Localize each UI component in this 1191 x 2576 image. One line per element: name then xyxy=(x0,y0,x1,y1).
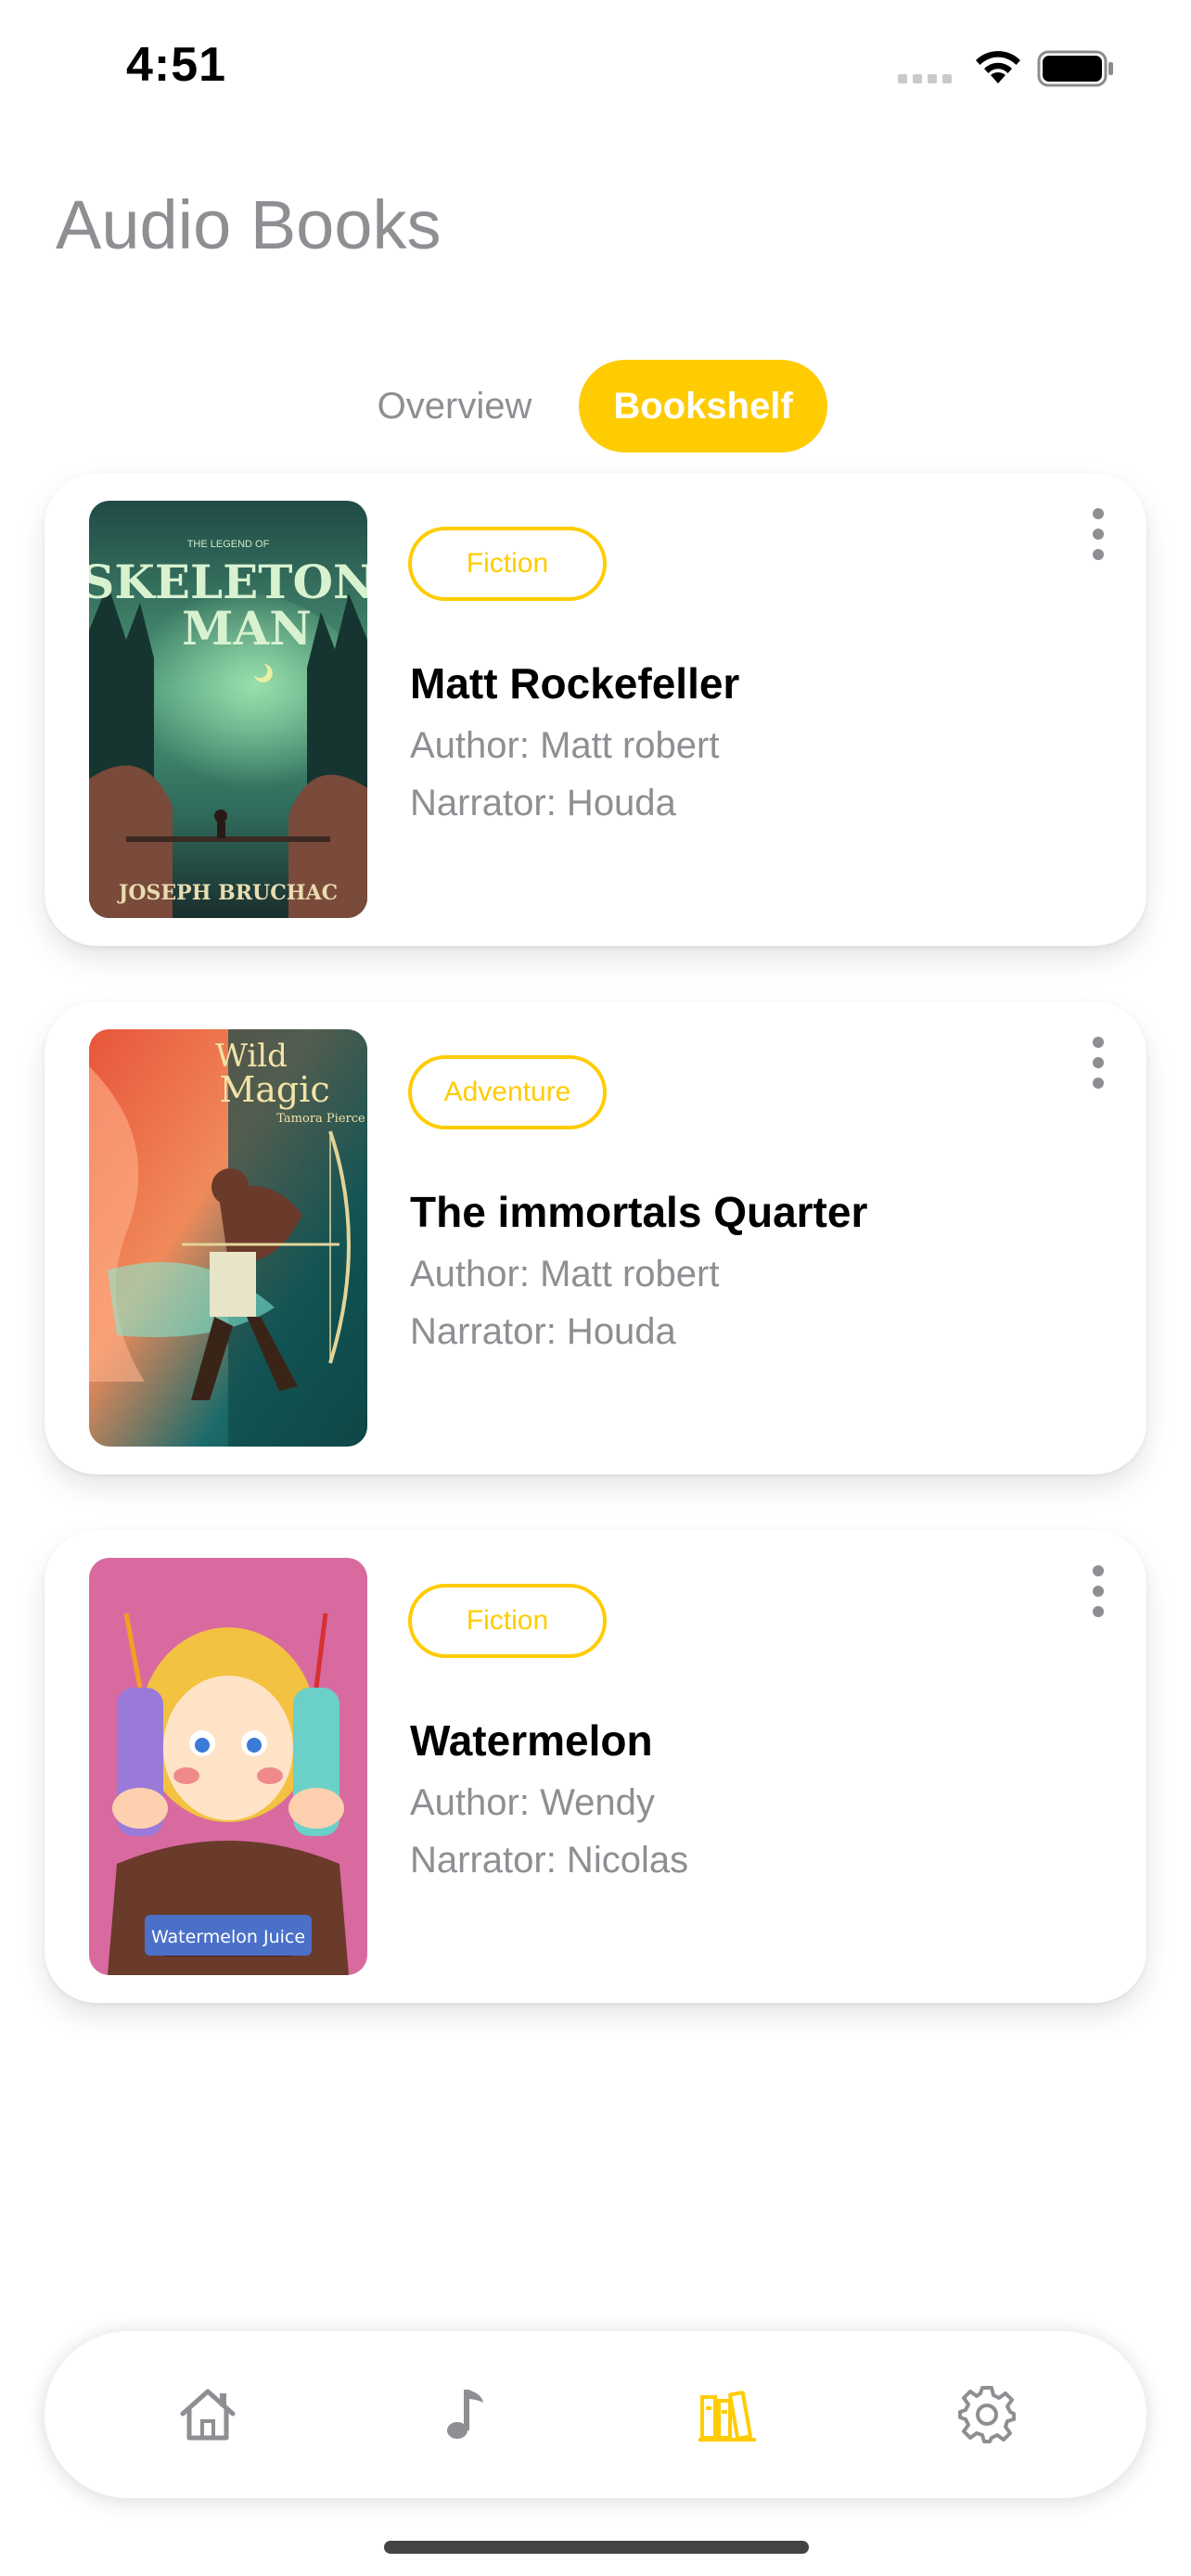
cover-banner-text: Watermelon Juice xyxy=(151,1927,305,1947)
book-narrator: Narrator: Houda xyxy=(410,1311,676,1352)
battery-icon xyxy=(1037,50,1113,87)
tab-bookshelf[interactable]: Bookshelf xyxy=(579,360,827,453)
tab-bar-settings[interactable] xyxy=(941,2368,1033,2461)
tab-bar-bookshelf[interactable] xyxy=(681,2368,774,2461)
status-time: 4:51 xyxy=(126,38,227,92)
book-title: Matt Rockefeller xyxy=(410,659,740,708)
book-cover-image: Watermelon Juice xyxy=(89,1558,367,1975)
music-note-icon xyxy=(447,2390,483,2439)
book-author: Author: Matt robert xyxy=(410,1254,720,1294)
bookshelf-icon xyxy=(698,2391,756,2442)
book-card[interactable]: Watermelon Juice Fiction Watermelon Auth… xyxy=(45,1530,1146,2003)
book-cover-image: THE LEGEND OF SKELETON MAN JOSEPH BRUCHA… xyxy=(89,501,367,918)
book-narrator: Narrator: Houda xyxy=(410,783,676,823)
page-title: Audio Books xyxy=(56,186,442,263)
book-author: Author: Wendy xyxy=(410,1782,655,1823)
book-title: The immortals Quarter xyxy=(410,1188,868,1236)
more-options-icon[interactable] xyxy=(1080,1026,1117,1100)
cover-title-line2: Magic xyxy=(219,1069,329,1110)
book-narrator: Narrator: Nicolas xyxy=(410,1840,689,1881)
more-options-icon[interactable] xyxy=(1080,497,1117,571)
book-title: Watermelon xyxy=(410,1716,653,1765)
more-options-icon[interactable] xyxy=(1080,1554,1117,1628)
genre-badge: Adventure xyxy=(408,1055,607,1129)
segmented-tabs: Overview Bookshelf xyxy=(343,360,827,453)
book-list: THE LEGEND OF SKELETON MAN JOSEPH BRUCHA… xyxy=(45,473,1146,2059)
bottom-tab-bar xyxy=(45,2331,1146,2498)
home-indicator xyxy=(384,2541,809,2554)
home-icon xyxy=(180,2389,236,2441)
genre-badge: Fiction xyxy=(408,527,607,601)
cover-title-line2: MAN xyxy=(182,601,312,656)
settings-gear-icon xyxy=(958,2386,1016,2443)
book-card[interactable]: THE LEGEND OF SKELETON MAN JOSEPH BRUCHA… xyxy=(45,473,1146,946)
audio-books-screen: 4:51 Audio Books Overview Bookshelf THE … xyxy=(0,0,1191,2576)
tab-bar-home[interactable] xyxy=(161,2368,254,2461)
book-cover-image: Wild Magic Tamora Pierce xyxy=(89,1029,367,1447)
book-card[interactable]: Wild Magic Tamora Pierce Adventure The i… xyxy=(45,1001,1146,1474)
cover-author-text: Tamora Pierce xyxy=(276,1112,365,1126)
genre-badge: Fiction xyxy=(408,1584,607,1658)
cover-top-text: THE LEGEND OF xyxy=(187,539,270,550)
wifi-icon xyxy=(976,51,1020,83)
cellular-signal-icon xyxy=(898,74,955,87)
cover-author-text: JOSEPH BRUCHAC xyxy=(117,881,338,905)
book-author: Author: Matt robert xyxy=(410,725,720,766)
tab-bar-music[interactable] xyxy=(421,2368,514,2461)
tab-overview[interactable]: Overview xyxy=(343,360,566,453)
status-bar: 4:51 xyxy=(0,0,1191,139)
